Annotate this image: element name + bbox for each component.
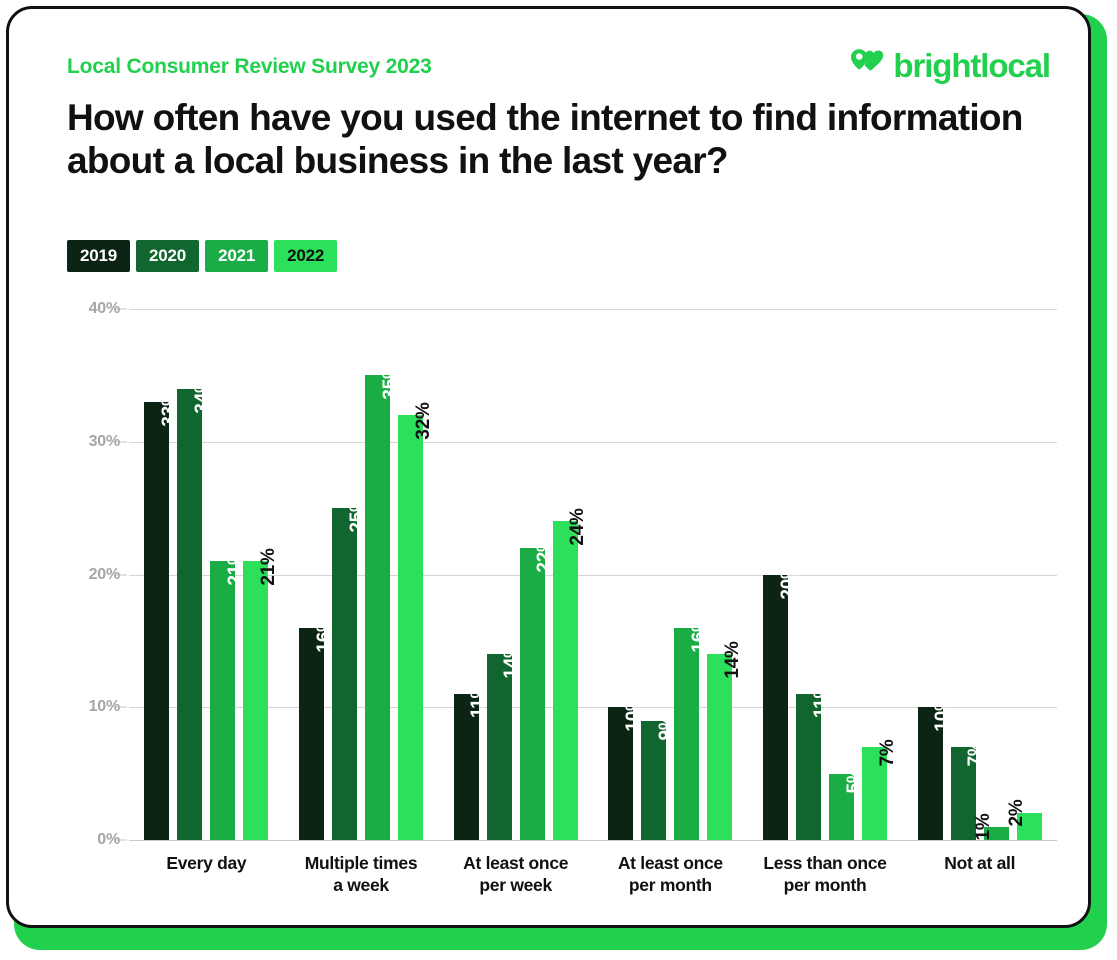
bar-rect[interactable]: 10% — [608, 695, 644, 840]
bar-group: 16% 25% 35% 32% — [284, 309, 439, 840]
y-axis-tick-label: 30% — [88, 432, 121, 450]
bar-2021-less-than-once-per-month[interactable]: 5% — [829, 766, 865, 840]
bar-2020-every-day[interactable]: 34% — [177, 376, 213, 840]
bar-2020-at-least-once-per-week[interactable]: 14% — [486, 642, 522, 840]
bar-2019-less-than-once-per-month[interactable]: 20% — [763, 562, 799, 840]
bar-value-label: 35% — [379, 362, 401, 400]
bar-value-label: 7% — [965, 739, 987, 767]
legend-item-label: 2019 — [80, 246, 118, 265]
bar-2019-every-day[interactable]: 33% — [144, 389, 180, 840]
x-axis-label-3: At least once per week — [463, 853, 569, 895]
bar-rect[interactable]: 35% — [365, 363, 401, 840]
y-axis-tick-label: 10% — [88, 698, 121, 716]
y-axis-tick-label: 40% — [88, 300, 121, 317]
bar-groups: 33% 34% 21% 21% 16% 25% 35% 32% 11% 14% 22% 24% 10% 9… — [129, 309, 1057, 840]
bar-rect[interactable]: 11% — [796, 682, 832, 840]
bar-group: 33% 34% 21% 21% — [129, 309, 284, 840]
y-axis-tick-label: 20% — [88, 565, 121, 583]
bar-2022-less-than-once-per-month[interactable]: 7% — [862, 740, 898, 840]
bar-rect[interactable]: 21% — [243, 549, 279, 840]
bar-value-label: 7% — [876, 739, 898, 767]
brightlocal-logo: brightlocal — [850, 47, 1051, 84]
bar-group: 20% 11% 5% 7% — [748, 309, 903, 840]
bar-rect[interactable]: 2% — [1006, 800, 1042, 840]
x-axis-label-2: Multiple times a week — [304, 853, 418, 895]
bar-group: 10% 9% 16% 14% — [593, 309, 748, 840]
bar-2019-multiple-times-a-week[interactable]: 16% — [299, 615, 335, 840]
bar-value-label: 1% — [973, 813, 995, 841]
bar-rect[interactable]: 24% — [552, 509, 588, 840]
bar-rect[interactable]: 7% — [862, 740, 898, 840]
bar-2021-every-day[interactable]: 21% — [210, 549, 246, 840]
bar-2022-every-day[interactable]: 21% — [243, 549, 279, 840]
brightlocal-wordmark: brightlocal — [893, 47, 1051, 84]
bar-rect[interactable]: 20% — [763, 562, 799, 840]
bar-rect[interactable]: 10% — [917, 695, 953, 840]
chart-legend: 2019 2020 2021 2022 — [67, 240, 338, 272]
bar-rect[interactable]: 1% — [973, 813, 1009, 840]
bar-rect[interactable]: 34% — [177, 376, 213, 840]
bar-2022-not-at-all[interactable]: 2% — [1006, 800, 1042, 840]
bar-rect[interactable]: 32% — [398, 403, 434, 840]
bar-2022-at-least-once-per-month[interactable]: 14% — [707, 642, 743, 840]
legend-item-label: 2020 — [149, 246, 187, 265]
bar-2022-at-least-once-per-week[interactable]: 24% — [552, 509, 588, 840]
bar-value-label: 10% — [932, 694, 954, 732]
grouped-bar-chart: 0% 10% 20% 30% 40% 33% 34% 21% 21% 16% 25% 35% 32% 1… — [67, 297, 1057, 897]
bar-value-label: 20% — [777, 561, 799, 600]
bar-rect[interactable]: 5% — [829, 766, 865, 840]
gridline-0% — [129, 840, 1057, 841]
bar-rect[interactable]: 11% — [453, 682, 489, 840]
bar-group: 10% 7% 1% 2% — [902, 309, 1057, 840]
bar-2021-not-at-all[interactable]: 1% — [973, 813, 1009, 840]
bar-2021-multiple-times-a-week[interactable]: 35% — [365, 363, 401, 840]
bar-value-label: 16% — [688, 615, 710, 653]
bar-rect[interactable]: 22% — [519, 535, 555, 840]
bar-value-label: 21% — [257, 548, 279, 586]
bar-group: 11% 14% 22% 24% — [438, 309, 593, 840]
bar-rect[interactable]: 9% — [641, 713, 677, 840]
bar-rect[interactable]: 14% — [486, 642, 522, 840]
bar-2020-multiple-times-a-week[interactable]: 25% — [332, 496, 368, 840]
bar-rect[interactable]: 14% — [707, 642, 743, 840]
bar-value-label: 11% — [810, 681, 832, 719]
bar-value-label: 24% — [567, 508, 589, 546]
x-axis-label-1: Every day — [166, 853, 247, 873]
legend-item-2021[interactable]: 2021 — [205, 240, 269, 272]
bar-rect[interactable]: 16% — [299, 615, 335, 840]
bar-rect[interactable]: 16% — [674, 615, 710, 840]
chart-headline: How often have you used the internet to … — [67, 97, 1023, 181]
legend-item-2019[interactable]: 2019 — [67, 240, 131, 272]
bar-2019-not-at-all[interactable]: 10% — [917, 695, 953, 840]
chart-card: Local Consumer Review Survey 2023 bright… — [6, 6, 1091, 928]
bar-2022-multiple-times-a-week[interactable]: 32% — [398, 403, 434, 840]
bar-rect[interactable]: 25% — [332, 496, 368, 840]
bar-2020-less-than-once-per-month[interactable]: 11% — [796, 682, 832, 840]
bar-value-label: 32% — [412, 402, 434, 440]
x-axis-labels: Every day Multiple times a week At least o… — [129, 853, 1057, 897]
bar-rect[interactable]: 33% — [144, 389, 180, 840]
bar-2019-at-least-once-per-week[interactable]: 11% — [453, 682, 489, 840]
bar-2019-at-least-once-per-month[interactable]: 10% — [608, 695, 644, 840]
bar-2020-at-least-once-per-month[interactable]: 9% — [641, 713, 677, 840]
bar-2021-at-least-once-per-week[interactable]: 22% — [519, 535, 555, 840]
x-axis-label-4: At least once per month — [617, 853, 723, 895]
bar-rect[interactable]: 21% — [210, 549, 246, 840]
bar-value-label: 34% — [191, 376, 213, 414]
legend-item-label: 2022 — [287, 246, 325, 265]
bar-value-label: 14% — [721, 641, 743, 679]
x-axis-label-5: Less than once per month — [763, 853, 887, 895]
legend-item-2022[interactable]: 2022 — [274, 240, 338, 272]
map-pin-heart-icon — [850, 48, 886, 83]
legend-item-label: 2021 — [218, 246, 256, 265]
x-axis-label-6: Not at all — [944, 853, 1016, 873]
chart-page: Local Consumer Review Survey 2023 bright… — [0, 0, 1117, 960]
y-axis-tick-label: 0% — [97, 831, 120, 848]
bar-2021-at-least-once-per-month[interactable]: 16% — [674, 615, 710, 840]
survey-kicker: Local Consumer Review Survey 2023 — [67, 55, 432, 78]
legend-item-2020[interactable]: 2020 — [136, 240, 200, 272]
bar-value-label: 2% — [1006, 800, 1028, 827]
